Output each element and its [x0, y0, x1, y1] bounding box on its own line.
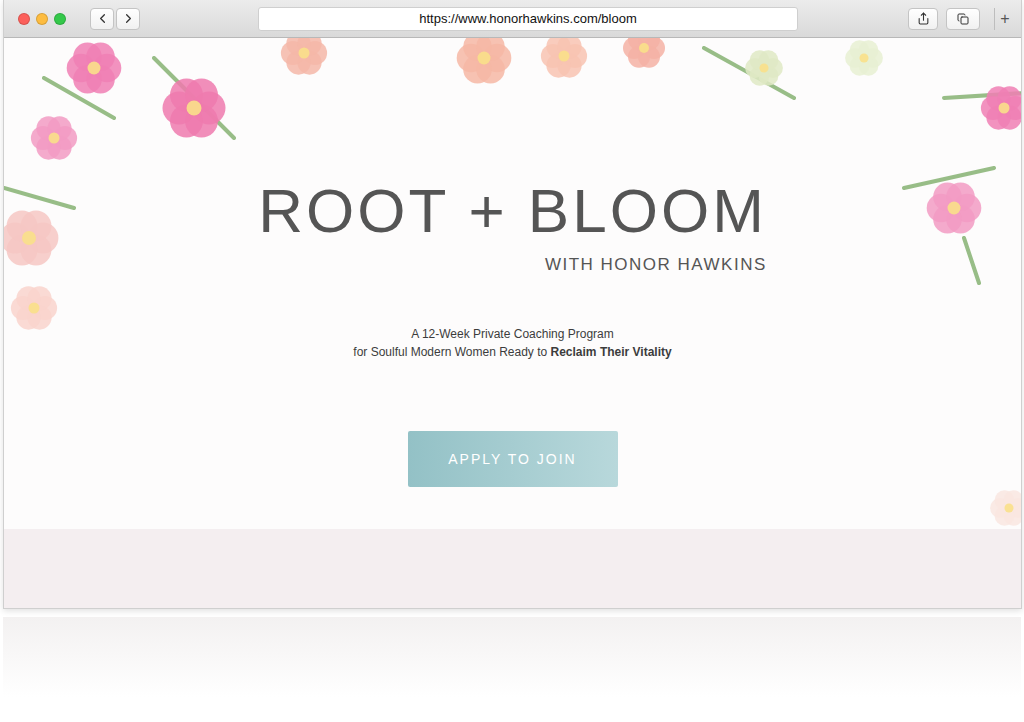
flower-icon	[163, 79, 226, 138]
tagline-line: for Soulful Modern Women Ready to Reclai…	[353, 345, 671, 359]
tabs-button[interactable]	[946, 8, 980, 30]
browser-window: https://www.honorhawkins.com/bloom + ROOT …	[3, 0, 1022, 609]
share-button[interactable]	[908, 8, 938, 30]
window-control-button[interactable]	[54, 13, 66, 25]
chevron-right-icon	[121, 11, 136, 26]
window-control-button[interactable]	[18, 13, 30, 25]
new-tab-button[interactable]: +	[994, 8, 1015, 30]
window-controls	[18, 13, 66, 25]
flower-icon	[457, 38, 512, 84]
nav-buttons	[90, 8, 140, 30]
logo: ROOT + BLOOM WITH HONOR HAWKINS	[258, 178, 767, 275]
hero: ROOT + BLOOM WITH HONOR HAWKINS A 12-Week …	[4, 38, 1021, 529]
back-button[interactable]	[90, 8, 114, 30]
tagline-emphasis: Reclaim Their Vitality	[551, 345, 672, 359]
tagline-line: A 12-Week Private Coaching Program	[411, 327, 614, 341]
browser-toolbar: https://www.honorhawkins.com/bloom +	[4, 0, 1021, 38]
flower-icon	[981, 86, 1021, 129]
tabs-icon	[957, 13, 969, 25]
window-control-button[interactable]	[36, 13, 48, 25]
chevron-left-icon	[95, 11, 110, 26]
flower-icon	[845, 40, 883, 75]
flower-icon	[67, 42, 122, 93]
flower-icon	[745, 50, 783, 85]
flower-icon	[623, 38, 665, 68]
flower-icon	[4, 210, 58, 265]
apply-button[interactable]: APPLY TO JOIN	[408, 431, 618, 487]
flower-icon	[31, 116, 77, 159]
logo-title: ROOT + BLOOM	[258, 178, 767, 243]
flower-icon	[541, 38, 587, 78]
flower-icon	[927, 182, 982, 233]
screen: https://www.honorhawkins.com/bloom + ROOT …	[0, 0, 1024, 722]
flower-icon	[281, 38, 327, 75]
section-band	[4, 529, 1021, 608]
share-icon	[917, 12, 930, 25]
address-bar[interactable]: https://www.honorhawkins.com/bloom	[258, 7, 798, 31]
tagline: A 12-Week Private Coaching Program for So…	[353, 327, 671, 359]
forward-button[interactable]	[116, 8, 140, 30]
window-reflection	[3, 617, 1021, 697]
flower-icon	[11, 286, 57, 329]
flower-icon	[990, 490, 1021, 525]
logo-byline: WITH HONOR HAWKINS	[545, 255, 767, 275]
